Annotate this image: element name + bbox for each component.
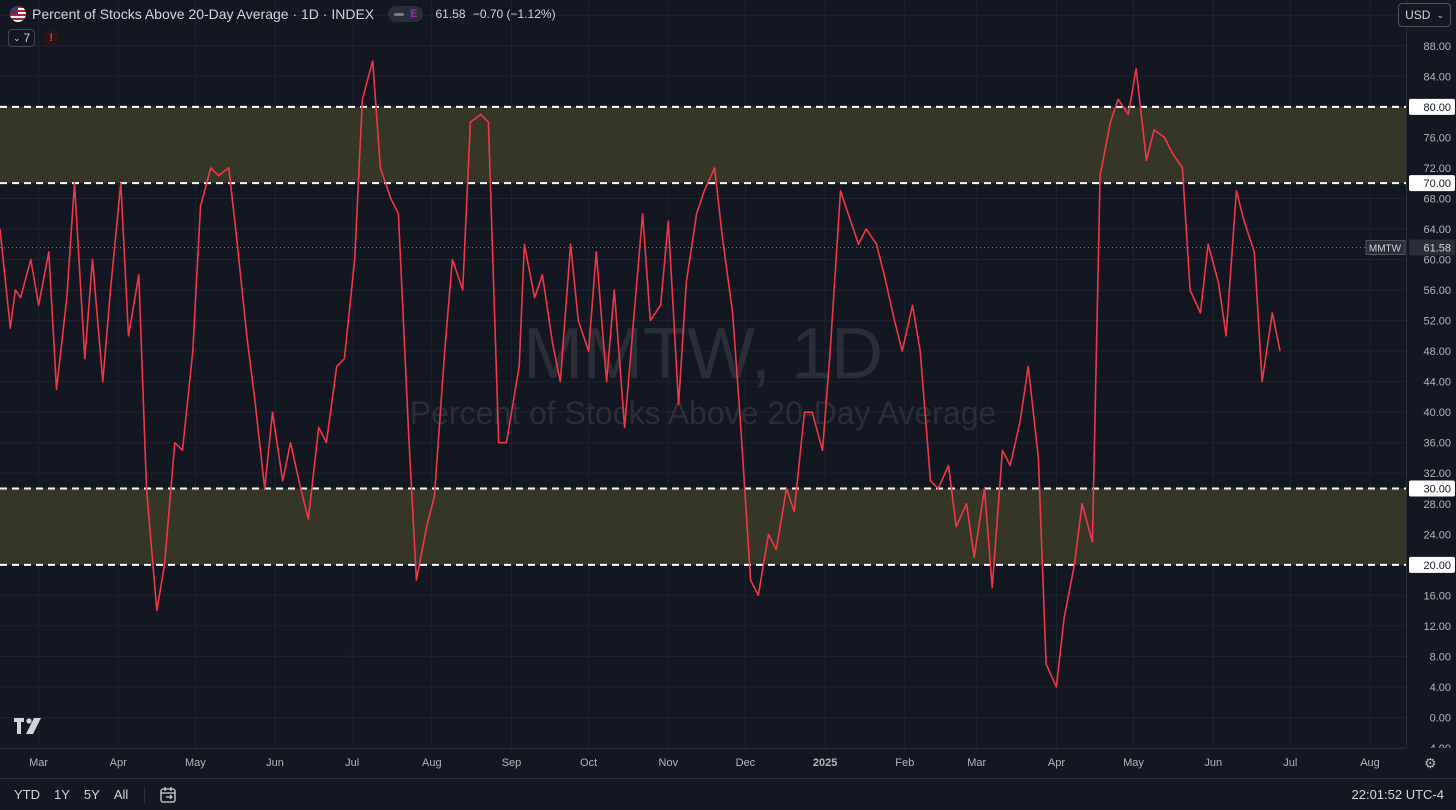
last-value-label: 61.58 xyxy=(1423,242,1451,254)
level-price-label: 70.00 xyxy=(1423,178,1451,190)
range-5y-button[interactable]: 5Y xyxy=(84,787,100,802)
x-tick-label: 2025 xyxy=(813,757,837,769)
y-tick-label: 48.00 xyxy=(1423,346,1451,358)
plot: MMTW, 1D Percent of Stocks Above 20-Day A… xyxy=(0,0,1406,748)
y-tick-label: 56.00 xyxy=(1423,285,1451,297)
bottom-toolbar: YTD 1Y 5Y All 22:01:52 UTC-4 xyxy=(0,778,1456,810)
earnings-badge[interactable]: E xyxy=(388,6,424,22)
symbol-tag-label: MMTW xyxy=(1369,243,1402,254)
indicator-row: ⌄ 7 ! xyxy=(8,29,60,47)
settings-gear-icon[interactable]: ⚙ xyxy=(1424,755,1437,772)
price-axis[interactable]: −4.00 0.00 4.00 8.00 12.00 16.00 24.00 28.00 32.… xyxy=(1398,0,1456,748)
chevron-down-icon: ⌄ xyxy=(13,32,21,43)
level-price-label: 20.00 xyxy=(1423,560,1451,572)
y-tick-label: 36.00 xyxy=(1423,438,1451,450)
x-tick-label: May xyxy=(1123,757,1144,769)
indicators-toggle[interactable]: ⌄ 7 xyxy=(8,29,36,47)
y-tick-label: 4.00 xyxy=(1430,682,1451,694)
warning-icon[interactable]: ! xyxy=(43,30,60,46)
last-value: 61.58 xyxy=(435,7,466,21)
x-tick-label: Jul xyxy=(345,757,359,769)
x-tick-label: Sep xyxy=(502,757,522,769)
x-tick-label: Jun xyxy=(1204,757,1222,769)
time-axis[interactable]: Mar Apr May Jun Jul Aug Sep Oct Nov Dec 2025 Feb Mar… xyxy=(0,748,1406,779)
y-tick-label: 68.00 xyxy=(1423,193,1451,205)
y-tick-label: 0.00 xyxy=(1430,712,1451,724)
range-ytd-button[interactable]: YTD xyxy=(14,787,40,802)
level-price-label: 80.00 xyxy=(1423,102,1451,114)
symbol-title[interactable]: Percent of Stocks Above 20-Day Average ·… xyxy=(32,6,374,22)
divider xyxy=(144,785,146,804)
x-tick-label: Jul xyxy=(1283,757,1297,769)
currency-label: USD xyxy=(1405,8,1431,22)
zone-band xyxy=(0,106,1406,184)
x-tick-label: Feb xyxy=(895,757,914,769)
y-tick-label: 64.00 xyxy=(1423,224,1451,236)
calendar-goto-icon[interactable] xyxy=(159,786,177,804)
minus-icon xyxy=(394,12,405,16)
y-tick-label: 24.00 xyxy=(1423,529,1451,541)
y-tick-label: 28.00 xyxy=(1423,499,1451,511)
y-tick-label: −4.00 xyxy=(1423,743,1451,748)
x-tick-label: Apr xyxy=(110,757,127,769)
zone-band xyxy=(0,488,1406,565)
x-tick-label: Aug xyxy=(1360,757,1380,769)
x-tick-label: Mar xyxy=(29,757,48,769)
chart-area[interactable]: MMTW, 1D Percent of Stocks Above 20-Day A… xyxy=(0,0,1406,748)
range-1y-button[interactable]: 1Y xyxy=(54,787,70,802)
symbol-tag: MMTW xyxy=(1365,239,1406,255)
change-value: −0.70 (−1.12%) xyxy=(472,7,556,21)
chevron-down-icon: ⌄ xyxy=(1436,9,1444,20)
price-axis-labels: −4.00 0.00 4.00 8.00 12.00 16.00 24.00 28.00 32.… xyxy=(1409,10,1455,748)
tradingview-logo-icon[interactable] xyxy=(14,718,44,736)
y-tick-label: 52.00 xyxy=(1423,316,1451,328)
clock-readout: 22:01:52 UTC-4 xyxy=(1351,787,1445,802)
y-tick-label: 84.00 xyxy=(1423,71,1451,83)
chart-header: Percent of Stocks Above 20-Day Average ·… xyxy=(10,5,556,23)
y-tick-label: 60.00 xyxy=(1423,255,1451,267)
us-flag-icon xyxy=(10,6,26,22)
currency-button[interactable]: USD ⌄ xyxy=(1398,3,1451,27)
y-tick-label: 40.00 xyxy=(1423,407,1451,419)
y-tick-label: 76.00 xyxy=(1423,132,1451,144)
range-all-button[interactable]: All xyxy=(114,787,128,802)
y-tick-label: 12.00 xyxy=(1423,621,1451,633)
x-tick-label: Oct xyxy=(580,757,597,769)
indicator-count: 7 xyxy=(23,31,31,45)
x-tick-label: Nov xyxy=(659,757,679,769)
x-tick-label: Dec xyxy=(736,757,756,769)
price-readout: 61.58 −0.70 (−1.12%) xyxy=(435,7,555,21)
y-tick-label: 72.00 xyxy=(1423,163,1451,175)
y-tick-label: 88.00 xyxy=(1423,41,1451,53)
y-tick-label: 16.00 xyxy=(1423,590,1451,602)
x-tick-label: Mar xyxy=(967,757,986,769)
x-tick-label: Apr xyxy=(1048,757,1065,769)
y-tick-label: 32.00 xyxy=(1423,468,1451,480)
watermark-symbol: MMTW, 1D xyxy=(523,314,883,394)
x-tick-label: May xyxy=(185,757,206,769)
x-tick-label: Aug xyxy=(422,757,442,769)
time-axis-labels: Mar Apr May Jun Jul Aug Sep Oct Nov Dec 2025 Feb Mar… xyxy=(29,757,1380,769)
earnings-letter: E xyxy=(410,8,418,20)
y-tick-label: 8.00 xyxy=(1430,651,1451,663)
level-price-label: 30.00 xyxy=(1423,483,1451,495)
x-tick-label: Jun xyxy=(266,757,284,769)
y-tick-label: 44.00 xyxy=(1423,377,1451,389)
